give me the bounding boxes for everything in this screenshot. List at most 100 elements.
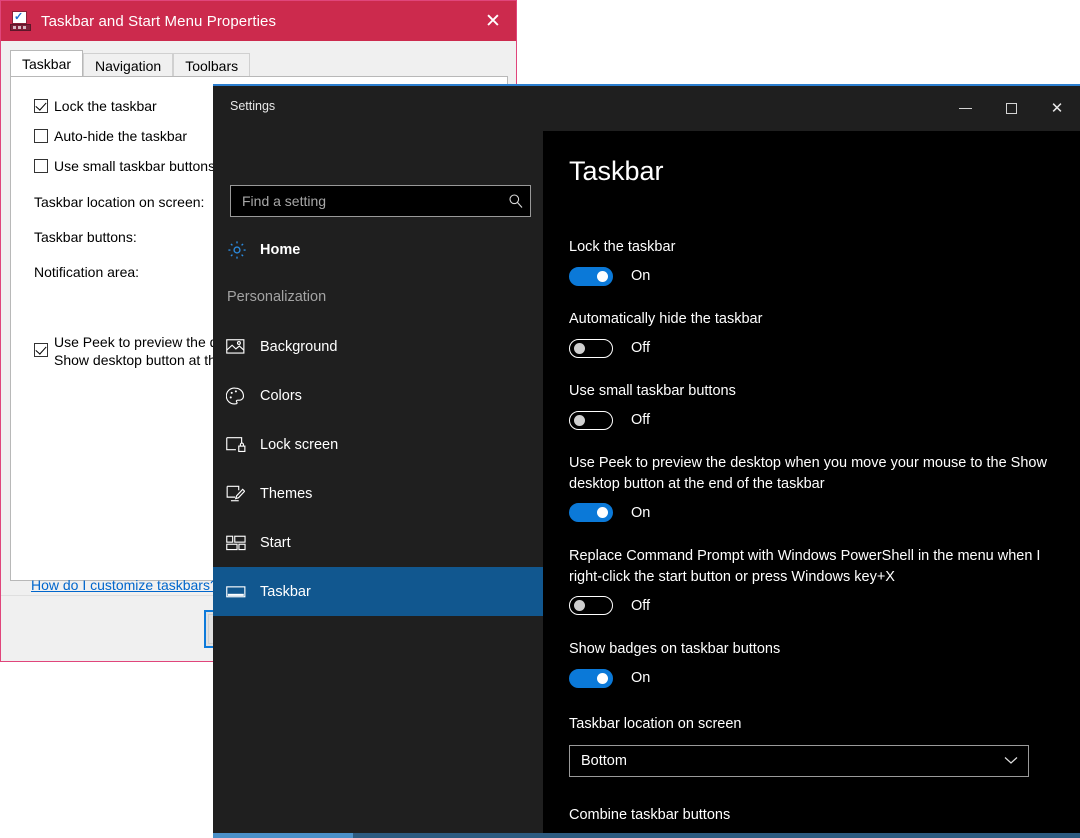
- toggle-row: On: [569, 266, 1060, 286]
- sidebar-group-personalization: Personalization: [227, 289, 327, 305]
- settings-titlebar[interactable]: Settings ✕: [213, 86, 1080, 131]
- sidebar-item-background[interactable]: Background: [213, 322, 543, 371]
- minimize-button[interactable]: [942, 86, 988, 131]
- setting-lock-the-taskbar: Lock the taskbar On: [569, 237, 1060, 286]
- sidebar-item-label: Start: [260, 534, 291, 551]
- sidebar-item-themes[interactable]: Themes: [213, 469, 543, 518]
- gear-icon: [226, 239, 260, 261]
- checkbox-use-peek[interactable]: Use Peek to preview the d Show desktop b…: [34, 333, 217, 369]
- checkbox-peek-label-line2: Show desktop button at th: [54, 352, 216, 368]
- sidebar-item-label: Background: [260, 338, 338, 355]
- toggle-state-label: Off: [631, 412, 651, 428]
- setting-label: Combine taskbar buttons: [569, 807, 731, 823]
- checkbox-use-small-taskbar-buttons[interactable]: Use small taskbar buttons: [34, 157, 215, 175]
- dropdown-value: Bottom: [581, 752, 627, 769]
- search-input[interactable]: Find a setting: [231, 193, 502, 209]
- taskbar-properties-icon: ✓: [10, 11, 32, 31]
- sidebar-item-lock-screen[interactable]: Lock screen: [213, 420, 543, 469]
- toggle-row: On: [569, 668, 1060, 688]
- setting-replace-command-prompt: Replace Command Prompt with Windows Powe…: [569, 546, 1066, 615]
- setting-taskbar-location: Taskbar location on screen Bottom: [569, 714, 1060, 777]
- tab-taskbar[interactable]: Taskbar: [10, 50, 84, 77]
- search-icon: [502, 193, 530, 209]
- label-taskbar-location: Taskbar location on screen:: [34, 194, 205, 210]
- toggle-row: Off: [569, 596, 1066, 615]
- toggle-use-peek[interactable]: [569, 503, 613, 522]
- setting-label: Replace Command Prompt with Windows Powe…: [569, 548, 1041, 585]
- setting-label: Automatically hide the taskbar: [569, 311, 763, 327]
- setting-label: Lock the taskbar: [569, 239, 676, 255]
- toggle-row: Off: [569, 338, 1060, 358]
- settings-sidebar: Find a setting Home Personalization Back…: [213, 131, 543, 838]
- close-button[interactable]: ✕: [1034, 86, 1080, 131]
- start-layout-icon: [226, 535, 260, 551]
- toggle-row: Off: [569, 410, 1060, 430]
- horizontal-scrollbar-track[interactable]: [213, 833, 1080, 838]
- toggle-row: On: [569, 503, 1054, 522]
- dialog-close-button[interactable]: ✕: [470, 1, 516, 41]
- checkbox-box-icon: [34, 129, 48, 143]
- toggle-state-label: On: [631, 504, 651, 521]
- palette-icon: [226, 387, 260, 405]
- checkbox-label: Use small taskbar buttons: [54, 158, 216, 174]
- sidebar-item-label: Colors: [260, 387, 302, 404]
- tab-navigation[interactable]: Navigation: [83, 53, 174, 77]
- settings-body: Find a setting Home Personalization Back…: [213, 131, 1080, 838]
- sidebar-item-label: Taskbar: [260, 583, 311, 600]
- checkbox-box-checked-icon: [34, 343, 48, 357]
- sidebar-item-label: Home: [260, 242, 301, 258]
- setting-label: Taskbar location on screen: [569, 716, 742, 732]
- checkbox-label: Auto-hide the taskbar: [54, 128, 188, 144]
- close-icon: ✕: [1050, 100, 1064, 117]
- checkbox-auto-hide-the-taskbar[interactable]: Auto-hide the taskbar: [34, 127, 187, 145]
- setting-automatically-hide-the-taskbar: Automatically hide the taskbar Off: [569, 309, 1060, 358]
- setting-label: Use small taskbar buttons: [569, 383, 736, 399]
- sidebar-nav-list: Home Personalization Background Colors L…: [213, 228, 543, 616]
- toggle-automatically-hide-the-taskbar[interactable]: [569, 338, 613, 358]
- checkbox-box-icon: [34, 159, 48, 173]
- sidebar-item-start[interactable]: Start: [213, 518, 543, 567]
- window-controls: ✕: [942, 86, 1080, 131]
- checkbox-label: Lock the taskbar: [54, 98, 157, 114]
- toggle-state-label: Off: [631, 340, 651, 356]
- minimize-icon: [958, 108, 972, 109]
- sidebar-item-home[interactable]: Home: [213, 228, 543, 272]
- settings-main-panel: Taskbar Lock the taskbar On Automaticall…: [543, 131, 1080, 838]
- dialog-title: Taskbar and Start Menu Properties: [41, 12, 277, 30]
- label-taskbar-buttons: Taskbar buttons:: [34, 229, 137, 245]
- horizontal-scrollbar-thumb[interactable]: [213, 833, 353, 838]
- label-notification-area: Notification area:: [34, 264, 140, 280]
- maximize-icon: [1005, 103, 1017, 114]
- checkbox-peek-label-line1: Use Peek to preview the d: [54, 334, 218, 350]
- lock-screen-icon: [226, 436, 260, 453]
- dropdown-taskbar-location[interactable]: Bottom: [569, 744, 1029, 777]
- checkbox-lock-the-taskbar[interactable]: Lock the taskbar: [34, 97, 157, 115]
- checkbox-box-checked-icon: [34, 99, 48, 113]
- setting-show-badges: Show badges on taskbar buttons On: [569, 639, 1060, 688]
- dialog-tabstrip: Taskbar Navigation Toolbars: [10, 50, 507, 77]
- maximize-button[interactable]: [988, 86, 1034, 131]
- toggle-use-small-taskbar-buttons[interactable]: [569, 410, 613, 430]
- tab-toolbars[interactable]: Toolbars: [173, 53, 251, 77]
- taskbar-icon: [226, 585, 260, 599]
- themes-brush-icon: [226, 485, 260, 503]
- toggle-show-badges[interactable]: [569, 668, 613, 688]
- sidebar-item-taskbar[interactable]: Taskbar: [213, 567, 543, 616]
- search-box[interactable]: Find a setting: [230, 185, 531, 217]
- dialog-titlebar[interactable]: ✓ Taskbar and Start Menu Properties ✕: [1, 1, 516, 41]
- toggle-replace-command-prompt[interactable]: [569, 596, 613, 615]
- sidebar-item-colors[interactable]: Colors: [213, 371, 543, 420]
- picture-icon: [226, 338, 260, 355]
- chevron-down-icon: [994, 756, 1028, 765]
- setting-use-peek: Use Peek to preview the desktop when you…: [569, 453, 1054, 522]
- help-link-customize-taskbars[interactable]: How do I customize taskbars?: [31, 577, 218, 593]
- toggle-lock-the-taskbar[interactable]: [569, 266, 613, 286]
- checkbox-peek-label: Use Peek to preview the d Show desktop b…: [54, 333, 217, 369]
- setting-label: Use Peek to preview the desktop when you…: [569, 455, 1047, 492]
- setting-use-small-taskbar-buttons: Use small taskbar buttons Off: [569, 381, 1060, 430]
- toggle-state-label: On: [631, 670, 651, 686]
- sidebar-item-label: Lock screen: [260, 436, 339, 453]
- screenshot-root: ✓ Taskbar and Start Menu Properties ✕ Ta…: [0, 0, 1080, 838]
- settings-window: Settings ✕ Find a setting Home Personali…: [213, 84, 1080, 838]
- settings-window-title: Settings: [230, 99, 276, 113]
